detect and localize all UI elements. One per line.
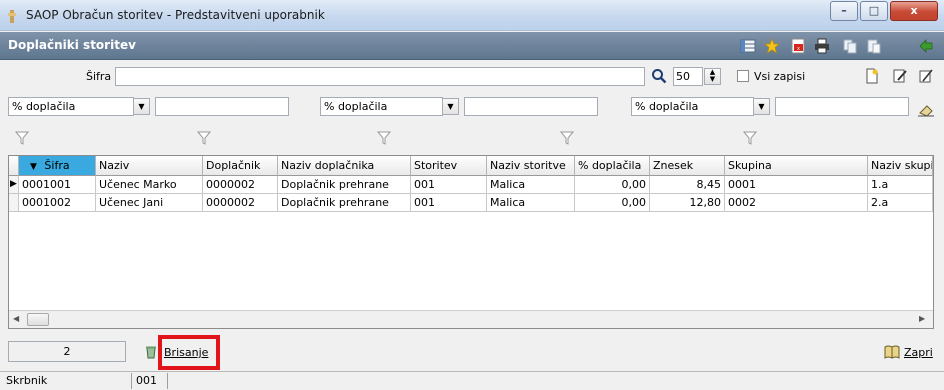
grid-cell[interactable]: 0001001 xyxy=(19,176,96,194)
column-header-skupina[interactable]: Skupina xyxy=(725,156,868,176)
filter-value-input-2[interactable] xyxy=(464,97,598,116)
filter-value-input-1[interactable] xyxy=(155,97,289,116)
status-user-label: Skrbnik xyxy=(2,373,132,389)
grid-cell[interactable]: 0001 xyxy=(725,176,868,194)
favorite-star-icon[interactable] xyxy=(764,38,780,54)
horizontal-scroll-thumb[interactable] xyxy=(27,313,49,326)
filter-dropdown-1[interactable]: ▼ xyxy=(133,98,150,115)
all-records-label: Vsi zapisi xyxy=(754,70,806,83)
edit-record-icon[interactable] xyxy=(892,68,908,84)
column-header-storitev[interactable]: Storitev xyxy=(411,156,487,176)
record-limit-input[interactable]: 50 xyxy=(673,67,703,86)
grid-cell[interactable]: 12,80 xyxy=(650,194,725,212)
column-header-label: Šifra xyxy=(44,159,70,172)
column-header-naziv-skupine[interactable]: Naziv skupir xyxy=(868,156,933,176)
row-indicator-header xyxy=(9,156,19,176)
grid-cell[interactable]: 001 xyxy=(411,176,487,194)
close-button[interactable]: Zapri xyxy=(904,346,933,359)
maximize-button[interactable]: □ xyxy=(860,1,888,21)
column-header-doplacnik[interactable]: Doplačnik xyxy=(203,156,278,176)
column-header-naziv-doplacnika[interactable]: Naziv doplačnika xyxy=(278,156,411,176)
scroll-right-icon[interactable]: ▶ xyxy=(919,314,925,323)
column-filter-icon[interactable] xyxy=(560,131,574,145)
column-header-naziv[interactable]: Naziv xyxy=(96,156,203,176)
close-window-button[interactable]: x xyxy=(890,1,938,21)
status-user-code: 001 xyxy=(132,373,168,389)
filter-field-select-3[interactable]: % doplačila xyxy=(631,97,754,116)
panel-title: Doplačniki storitev xyxy=(8,38,136,52)
record-count: 2 xyxy=(8,341,126,362)
eraser-icon[interactable] xyxy=(917,103,935,117)
grid-cell[interactable]: 0001002 xyxy=(19,194,96,212)
search-label: Šifra xyxy=(86,70,112,83)
grid-cell[interactable]: 0000002 xyxy=(203,194,278,212)
filter-field-select-1[interactable]: % doplačila xyxy=(8,97,134,116)
search-icon[interactable] xyxy=(651,68,667,84)
grid-cell[interactable]: 2.a xyxy=(868,194,933,212)
current-row-indicator-icon: ▶ xyxy=(9,176,19,194)
filter-dropdown-2[interactable]: ▼ xyxy=(442,98,459,115)
copy-icon[interactable] xyxy=(842,38,858,54)
grid-cell[interactable]: 001 xyxy=(411,194,487,212)
grid-cell[interactable]: Učenec Marko xyxy=(96,176,203,194)
column-filter-icon[interactable] xyxy=(377,131,391,145)
grid-cell[interactable]: Doplačnik prehrane xyxy=(278,194,411,212)
all-records-checkbox[interactable] xyxy=(737,70,749,82)
column-header-percent-doplacila[interactable]: % doplačila xyxy=(575,156,650,176)
grid-cell[interactable]: 0002 xyxy=(725,194,868,212)
column-header-sifra[interactable]: ▼ Šifra xyxy=(19,156,96,176)
column-header-znesek[interactable]: Znesek xyxy=(650,156,725,176)
grid-cell[interactable]: 8,45 xyxy=(650,176,725,194)
filter-field-select-2[interactable]: % doplačila xyxy=(320,97,443,116)
grid-cell[interactable]: 0,00 xyxy=(575,194,650,212)
search-input[interactable] xyxy=(115,67,645,86)
pdf-export-icon[interactable]: x xyxy=(790,38,806,54)
column-header-naziv-storitve[interactable]: Naziv storitve xyxy=(487,156,575,176)
record-limit-spinner[interactable]: ▲ ▼ xyxy=(704,68,721,85)
exit-icon[interactable] xyxy=(918,38,934,54)
grid-cell[interactable]: 0000002 xyxy=(203,176,278,194)
sort-descending-icon: ▼ xyxy=(30,162,37,172)
column-filter-icon[interactable] xyxy=(15,131,29,145)
print-icon[interactable] xyxy=(814,38,830,54)
app-icon xyxy=(8,10,16,23)
records-grid[interactable]: ▼ Šifra Naziv Doplačnik Naziv doplačnika… xyxy=(8,155,934,329)
recycle-bin-icon[interactable] xyxy=(144,345,158,359)
grid-cell[interactable]: Učenec Jani xyxy=(96,194,203,212)
minimize-button[interactable]: – xyxy=(830,1,858,21)
row-indicator xyxy=(9,194,19,212)
filter-value-input-3[interactable] xyxy=(775,97,909,116)
new-record-icon[interactable] xyxy=(864,68,880,84)
vertical-scrollbar[interactable]: ▲ ▼ xyxy=(933,176,934,310)
grid-cell[interactable]: 1.a xyxy=(868,176,933,194)
grid-cell[interactable]: 0,00 xyxy=(575,176,650,194)
column-filter-icon[interactable] xyxy=(743,131,757,145)
column-filter-icon[interactable] xyxy=(197,131,211,145)
edit-note-icon[interactable] xyxy=(918,68,934,84)
window-title: SAOP Obračun storitev - Predstavitveni u… xyxy=(26,8,325,22)
grid-cell[interactable]: Malica xyxy=(487,194,575,212)
horizontal-scrollbar[interactable]: ◀ ▶ xyxy=(9,310,933,328)
svg-text:x: x xyxy=(797,46,800,52)
paste-icon[interactable] xyxy=(866,38,882,54)
grid-cell[interactable]: Malica xyxy=(487,176,575,194)
columns-icon[interactable] xyxy=(740,38,756,54)
highlight-box xyxy=(158,335,220,370)
close-book-icon[interactable] xyxy=(883,344,901,360)
scroll-left-icon[interactable]: ◀ xyxy=(13,314,19,323)
grid-cell[interactable]: Doplačnik prehrane xyxy=(278,176,411,194)
filter-dropdown-3[interactable]: ▼ xyxy=(753,98,770,115)
